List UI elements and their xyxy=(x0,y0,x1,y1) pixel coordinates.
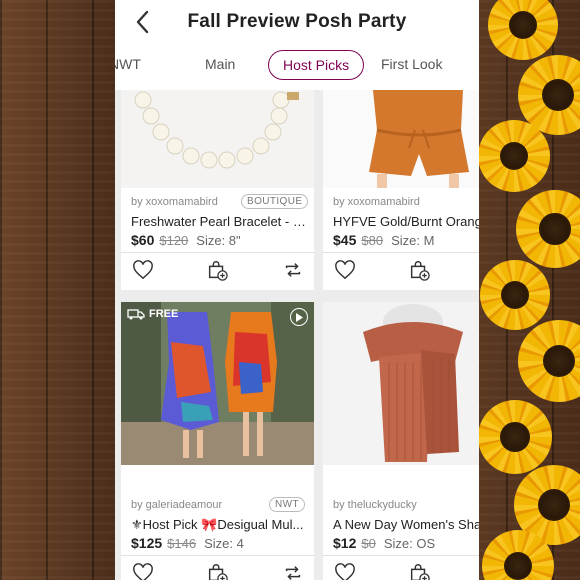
card-actions xyxy=(323,557,479,580)
heart-icon xyxy=(133,260,153,280)
card-actions xyxy=(121,557,314,580)
listing-card[interactable]: by xoxomamabird BOUTIQUE Freshwater Pear… xyxy=(121,90,314,290)
original-price: $80 xyxy=(361,233,384,248)
orange-romper-image xyxy=(323,90,479,188)
original-price: $0 xyxy=(361,536,376,551)
price: $12 xyxy=(333,535,357,551)
price-row: $60 $120 Size: 8" xyxy=(131,232,241,248)
heart-icon xyxy=(335,260,355,280)
chevron-left-icon xyxy=(136,10,149,34)
listing-grid: by xoxomamabird BOUTIQUE Freshwater Pear… xyxy=(115,90,479,580)
app-screen: Fall Preview Posh Party NWT Main Host Pi… xyxy=(115,0,479,580)
size-label: Size: 4 xyxy=(204,536,244,551)
heart-icon xyxy=(133,563,153,580)
sunflower-decoration xyxy=(478,0,580,580)
heart-icon xyxy=(335,563,355,580)
play-icon xyxy=(296,312,303,322)
price: $45 xyxy=(333,232,357,248)
like-button[interactable] xyxy=(131,561,155,580)
price-row: $12 $0 Size: OS xyxy=(333,535,435,551)
free-label: FREE xyxy=(149,308,179,320)
divider xyxy=(323,555,479,556)
share-button[interactable] xyxy=(281,258,305,282)
like-button[interactable] xyxy=(333,561,357,580)
price: $60 xyxy=(131,232,155,248)
bag-plus-icon xyxy=(410,261,430,281)
original-price: $146 xyxy=(167,536,197,551)
divider xyxy=(121,252,314,253)
listing-card[interactable]: by theluckyducky A New Day Women's Shak … xyxy=(323,302,479,580)
listing-card[interactable]: FREE by galeriadeamour NWT ⚜Host Pick 🎀D… xyxy=(121,302,314,580)
listing-title[interactable]: ⚜Host Pick 🎀Desigual Mul... xyxy=(131,517,314,533)
truck-icon xyxy=(127,309,145,320)
share-button[interactable] xyxy=(281,561,305,580)
bag-plus-icon xyxy=(208,261,228,281)
price: $125 xyxy=(131,535,163,551)
seller-name[interactable]: by xoxomamabird xyxy=(333,196,420,208)
like-button[interactable] xyxy=(333,258,357,282)
price-row: $125 $146 Size: 4 xyxy=(131,535,244,551)
tab-nwt[interactable]: NWT xyxy=(115,56,141,72)
original-price: $120 xyxy=(159,233,189,248)
bundle-button[interactable] xyxy=(407,258,431,282)
listing-image[interactable] xyxy=(323,302,479,465)
pearl-bracelet-image xyxy=(121,90,314,188)
listing-image[interactable]: FREE xyxy=(121,302,314,465)
rust-scarf-image xyxy=(323,302,479,465)
listing-title[interactable]: Freshwater Pearl Bracelet - H... xyxy=(131,214,311,229)
tab-first-look[interactable]: First Look xyxy=(381,56,442,72)
page-title: Fall Preview Posh Party xyxy=(187,11,407,32)
divider xyxy=(121,555,314,556)
share-arrows-icon xyxy=(285,263,301,277)
size-label: Size: M xyxy=(391,233,435,248)
free-shipping-tag: FREE xyxy=(127,308,178,320)
listing-card[interactable]: by xoxomamabird HYFVE Gold/Burnt Orang $… xyxy=(323,90,479,290)
share-arrows-icon xyxy=(285,566,301,580)
bundle-button[interactable] xyxy=(205,561,229,580)
price-row: $45 $80 Size: M xyxy=(333,232,434,248)
back-button[interactable] xyxy=(129,8,157,36)
seller-name[interactable]: by theluckyducky xyxy=(333,499,417,511)
divider xyxy=(323,252,479,253)
listing-image[interactable] xyxy=(121,90,314,188)
listing-image[interactable] xyxy=(323,90,479,188)
size-label: Size: OS xyxy=(383,536,436,551)
size-label: Size: 8" xyxy=(196,233,241,248)
desigual-dress-image xyxy=(121,302,314,465)
bundle-button[interactable] xyxy=(205,258,229,282)
nwt-badge: NWT xyxy=(269,497,305,512)
bag-plus-icon xyxy=(208,564,228,580)
tab-main[interactable]: Main xyxy=(205,56,235,72)
nav-bar: Fall Preview Posh Party xyxy=(115,0,479,44)
video-button[interactable] xyxy=(290,308,308,326)
bundle-button[interactable] xyxy=(407,561,431,580)
card-actions xyxy=(121,254,314,288)
party-tabs: NWT Main Host Picks First Look xyxy=(115,50,479,82)
listing-title[interactable]: A New Day Women's Shak xyxy=(333,517,479,532)
seller-name[interactable]: by xoxomamabird xyxy=(131,196,218,208)
tab-host-picks[interactable]: Host Picks xyxy=(268,50,365,80)
bag-plus-icon xyxy=(410,564,430,580)
card-actions xyxy=(323,254,479,288)
boutique-badge: BOUTIQUE xyxy=(241,194,309,209)
seller-name[interactable]: by galeriadeamour xyxy=(131,499,222,511)
like-button[interactable] xyxy=(131,258,155,282)
listing-title[interactable]: HYFVE Gold/Burnt Orang xyxy=(333,214,479,229)
